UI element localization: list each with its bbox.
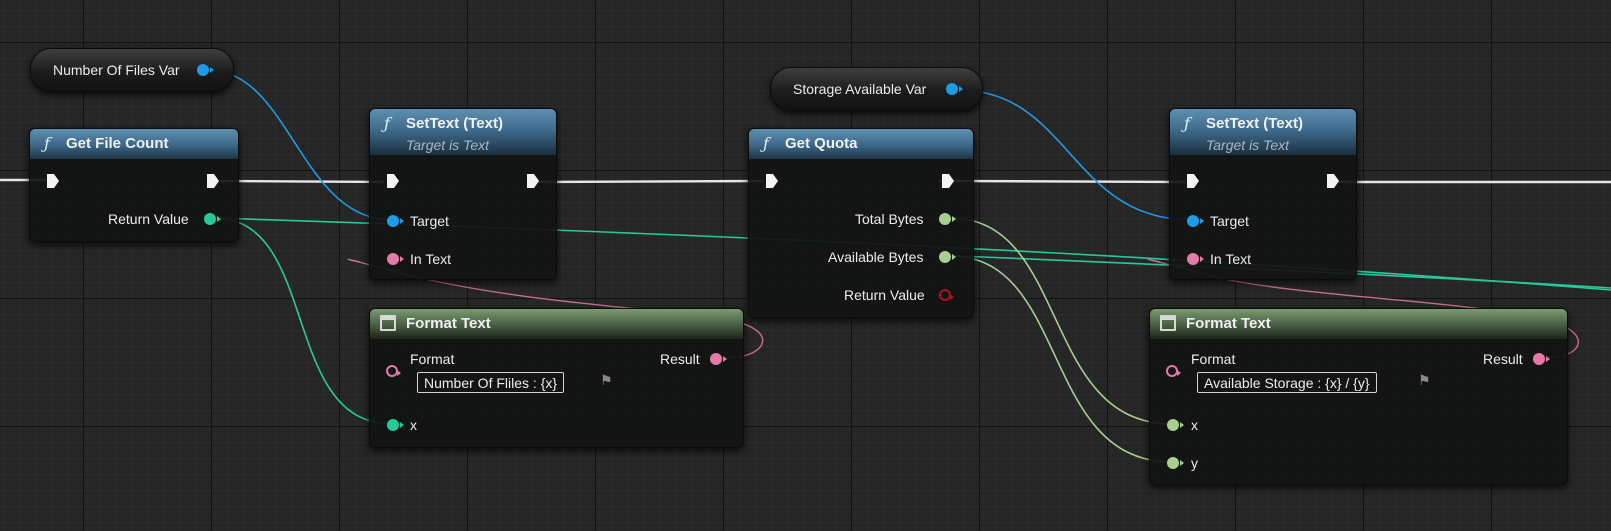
get-quota-node[interactable]: ƒ Get Quota Total Bytes Available Bytes … [748,128,974,318]
format-text-header-1[interactable]: Format Text [370,309,743,339]
exec-in-pin[interactable] [765,173,779,189]
x-pin-2[interactable] [1167,419,1184,431]
total-bytes-pin[interactable] [939,213,956,225]
get-file-count-node[interactable]: ƒ Get File Count Return Value [29,128,239,242]
return-value-label: Return Value [108,211,189,227]
storage-available-var-output-pin[interactable] [946,83,963,95]
y-label-2: y [1191,455,1198,471]
storage-available-var-node[interactable]: Storage Available Var [770,67,983,111]
function-icon: ƒ [44,134,50,153]
function-icon: ƒ [763,134,769,153]
exec-wire [532,179,764,184]
function-icon: ƒ [384,114,390,133]
settext-node-1[interactable]: ƒ SetText (Text) Target is Text Target I… [369,108,557,280]
format-text-title-2: Format Text [1186,315,1271,332]
int64-wire [949,217,1173,425]
in-text-label-2: In Text [1210,251,1251,267]
flag-icon[interactable]: ⚑ [600,372,613,389]
target-label-1: Target [410,213,449,229]
target-label-2: Target [1210,213,1249,229]
target-pin-1[interactable] [387,215,404,227]
exec-wire [938,179,1187,184]
available-bytes-pin[interactable] [939,251,956,263]
settext-subtitle-2: Target is Text [1206,137,1290,153]
total-bytes-label: Total Bytes [855,211,924,227]
exec-in-pin[interactable] [46,173,60,189]
settext-node-2[interactable]: ƒ SetText (Text) Target is Text Target I… [1169,108,1357,280]
result-pin-1[interactable] [710,353,727,365]
return-value-pin[interactable] [939,289,954,301]
x-label-2: x [1191,417,1198,433]
result-pin-2[interactable] [1533,353,1550,365]
exec-out-pin[interactable] [206,173,220,189]
result-label-1: Result [660,351,700,367]
format-text-title-1: Format Text [406,315,491,332]
exec-in-pin[interactable] [386,173,400,189]
available-bytes-label: Available Bytes [828,249,924,265]
object-wire [957,89,1193,221]
storage-available-var-label: Storage Available Var [793,81,927,97]
exec-out-pin[interactable] [941,173,955,189]
result-label-2: Result [1483,351,1523,367]
y-pin-2[interactable] [1167,457,1184,469]
in-text-label-1: In Text [410,251,451,267]
settext-header-2[interactable]: ƒ SetText (Text) Target is Text [1170,109,1356,155]
format-text-icon [380,315,396,331]
number-of-files-var-output-pin[interactable] [197,64,214,76]
format-text-icon [1160,315,1176,331]
in-text-pin-2[interactable] [1187,253,1204,265]
format-input-pin-1[interactable] [386,365,401,377]
target-pin-2[interactable] [1187,215,1204,227]
number-of-files-var-node[interactable]: Number Of Files Var [30,48,234,92]
format-text-node-2[interactable]: Format Text Format Available Storage : {… [1149,308,1568,485]
get-quota-title: Get Quota [785,135,858,152]
exec-in-pin[interactable] [1186,173,1200,189]
integer-wire [213,217,393,425]
number-of-files-var-label: Number Of Files Var [53,62,180,78]
format-label-1: Format [410,351,455,367]
return-value-label: Return Value [844,287,925,303]
function-icon: ƒ [1184,114,1190,133]
format-string-field-1[interactable]: Number Of Fliles : {x} [417,372,565,393]
return-value-pin[interactable] [204,213,221,225]
x-label-1: x [410,417,417,433]
in-text-pin-1[interactable] [387,253,404,265]
int64-wire [949,255,1173,463]
format-string-field-2[interactable]: Available Storage : {x} / {y} [1197,372,1377,393]
format-input-pin-2[interactable] [1166,365,1181,377]
settext-title-1: SetText (Text) [406,115,503,132]
exec-out-pin[interactable] [1326,173,1340,189]
get-quota-header[interactable]: ƒ Get Quota [749,129,973,159]
settext-subtitle-1: Target is Text [406,137,490,153]
get-file-count-title: Get File Count [66,135,169,152]
format-text-node-1[interactable]: Format Text Format Number Of Fliles : {x… [369,308,744,448]
settext-header-1[interactable]: ƒ SetText (Text) Target is Text [370,109,556,155]
exec-out-pin[interactable] [526,173,540,189]
exec-wire [219,179,385,184]
format-text-header-2[interactable]: Format Text [1150,309,1567,339]
flag-icon[interactable]: ⚑ [1418,372,1431,389]
x-pin-1[interactable] [387,419,404,431]
format-label-2: Format [1191,351,1236,367]
get-file-count-header[interactable]: ƒ Get File Count [30,129,238,159]
settext-title-2: SetText (Text) [1206,115,1303,132]
